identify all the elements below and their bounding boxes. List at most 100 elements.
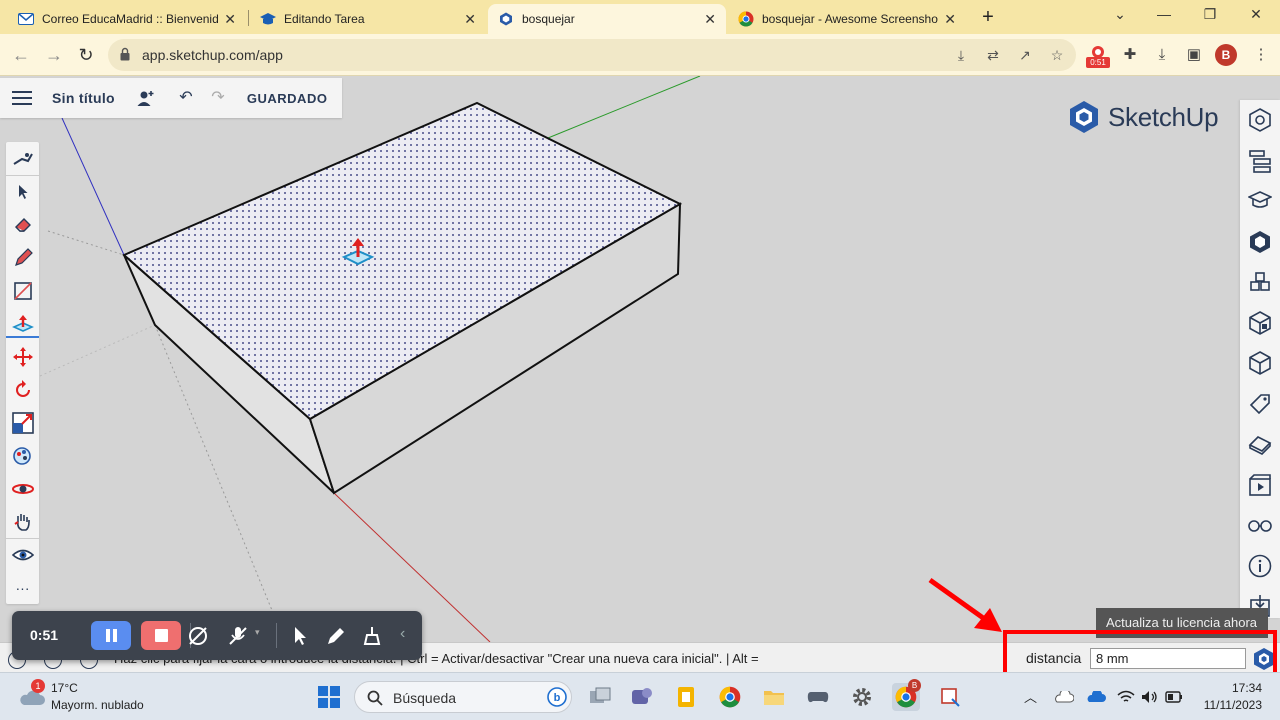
divider <box>276 623 277 648</box>
eraser-broom-icon[interactable] <box>360 624 384 648</box>
glasses-icon[interactable] <box>1240 505 1280 546</box>
scenes-icon[interactable] <box>1240 424 1280 465</box>
tab-awesome-screenshot[interactable]: bosquejar - Awesome Screensho ✕ <box>728 4 966 34</box>
shape-icon[interactable] <box>6 274 39 307</box>
styles-icon[interactable] <box>1240 343 1280 384</box>
svg-text:b: b <box>554 692 561 704</box>
left-toolbar: ··· <box>6 142 39 604</box>
tab-correo[interactable]: Correo EducaMadrid :: Bienvenid ✕ <box>8 4 246 34</box>
sketchup-favicon-icon <box>498 11 514 27</box>
pause-recording-button[interactable] <box>91 621 131 650</box>
weather-condition: Mayorm. nublado <box>51 698 144 712</box>
display-icon[interactable] <box>1240 465 1280 506</box>
chrome-taskbar-icon[interactable] <box>716 683 744 711</box>
new-tab-button[interactable]: + <box>976 6 1000 30</box>
push-pull-icon[interactable] <box>6 307 39 340</box>
add-user-icon[interactable] <box>137 89 155 107</box>
close-window-button[interactable]: ✕ <box>1246 6 1266 23</box>
close-icon[interactable]: ✕ <box>944 11 956 28</box>
screen-recorder-controls: 0:51 ▾ ‹ <box>12 611 422 660</box>
install-app-icon[interactable]: ⤓ <box>952 46 970 64</box>
teams-icon[interactable] <box>628 683 656 711</box>
view-eye-icon[interactable] <box>6 538 39 571</box>
tray-chevron-icon[interactable]: ︿ <box>1024 687 1037 706</box>
paint-bucket-icon[interactable] <box>6 439 39 472</box>
bookmark-star-icon[interactable]: ☆ <box>1048 46 1066 64</box>
close-icon[interactable]: ✕ <box>704 11 716 28</box>
more-icon[interactable]: ··· <box>6 571 39 604</box>
camera-off-icon[interactable] <box>186 624 210 648</box>
kebab-menu-icon[interactable]: ⋮ <box>1250 44 1272 66</box>
pencil-icon[interactable] <box>6 241 39 274</box>
pan-icon[interactable] <box>6 505 39 538</box>
screen-recorder-extension[interactable]: 0:51 <box>1086 44 1110 68</box>
walk-icon[interactable] <box>6 142 39 175</box>
orbit-icon[interactable] <box>6 472 39 505</box>
weather-widget[interactable]: 1 17°C Mayorm. nublado <box>18 679 178 715</box>
collapse-chevron-icon[interactable]: ‹ <box>400 625 405 643</box>
sketchup-viewport[interactable] <box>0 76 1280 642</box>
scale-icon[interactable] <box>6 406 39 439</box>
tab-bosquejar[interactable]: bosquejar ✕ <box>488 4 726 34</box>
share-icon[interactable]: ↗ <box>1016 46 1034 64</box>
stop-recording-button[interactable] <box>141 621 181 650</box>
info-icon[interactable] <box>1240 546 1280 587</box>
entity-info-icon[interactable] <box>1240 100 1280 141</box>
battery-icon[interactable] <box>1160 683 1188 711</box>
3d-scene[interactable] <box>0 76 1280 642</box>
address-bar[interactable]: app.sketchup.com/app ⤓ ⇄ ↗ ☆ <box>108 39 1076 71</box>
restore-button[interactable]: ❐ <box>1200 6 1220 23</box>
profile-avatar[interactable]: B <box>1215 44 1237 66</box>
clock-date: 11/11/2023 <box>1203 698 1262 712</box>
taskbar-search[interactable]: Búsqueda b <box>354 681 572 713</box>
tab-title: bosquejar - Awesome Screensho <box>762 12 938 26</box>
translate-icon[interactable]: ⇄ <box>984 46 1002 64</box>
settings-gear-icon[interactable] <box>848 683 876 711</box>
dotted-axis <box>39 324 156 377</box>
file-explorer-icon[interactable] <box>760 683 788 711</box>
undo-icon[interactable]: ↶ <box>177 89 195 107</box>
outliner-icon[interactable] <box>1240 141 1280 182</box>
task-view-icon[interactable] <box>586 683 614 711</box>
pen-icon[interactable] <box>324 624 348 648</box>
tab-title: Correo EducaMadrid :: Bienvenid <box>42 12 219 26</box>
redo-icon[interactable]: ↷ <box>209 89 227 107</box>
back-arrow-icon[interactable]: ← <box>10 44 32 66</box>
tags-icon[interactable] <box>1240 384 1280 425</box>
search-icon <box>367 690 383 706</box>
rotate-icon[interactable] <box>6 373 39 406</box>
url-text[interactable]: app.sketchup.com/app <box>142 47 283 63</box>
file-title[interactable]: Sin título <box>52 90 115 106</box>
hamburger-menu-icon[interactable] <box>12 91 32 105</box>
select-icon[interactable] <box>6 175 39 208</box>
snipping-tool-icon[interactable] <box>936 683 964 711</box>
minimize-button[interactable]: — <box>1154 6 1174 22</box>
solid-tools-icon[interactable] <box>1240 303 1280 344</box>
microphone-off-icon[interactable] <box>226 624 250 648</box>
download-icon[interactable]: ⤓ <box>1151 44 1173 66</box>
game-controller-icon[interactable] <box>804 683 832 711</box>
close-icon[interactable]: ✕ <box>464 11 476 28</box>
tab-editando-tarea[interactable]: Editando Tarea ✕ <box>250 4 486 34</box>
instructor-icon[interactable] <box>1240 181 1280 222</box>
reload-icon[interactable]: ↻ <box>75 44 97 66</box>
components-icon[interactable] <box>1240 222 1280 263</box>
forward-arrow-icon[interactable]: → <box>43 44 65 66</box>
tab-search-button[interactable]: ⌄ <box>1110 6 1130 23</box>
eraser-icon[interactable] <box>6 208 39 241</box>
move-icon[interactable] <box>6 340 39 373</box>
mic-dropdown-icon[interactable]: ▾ <box>255 627 260 638</box>
materials-icon[interactable] <box>1240 262 1280 303</box>
onedrive-cloud-icon[interactable] <box>1050 683 1078 711</box>
system-clock[interactable]: 17:34 11/11/2023 <box>1190 680 1262 714</box>
weather-notification-badge: 1 <box>31 679 45 693</box>
notes-app-icon[interactable] <box>672 683 700 711</box>
cursor-icon[interactable] <box>288 624 312 648</box>
windows-start-icon[interactable] <box>315 683 343 711</box>
windows-taskbar: 1 17°C Mayorm. nublado Búsqueda b B ︿ 17… <box>0 672 1280 720</box>
close-icon[interactable]: ✕ <box>224 11 236 28</box>
side-panel-icon[interactable]: ▣ <box>1183 44 1205 66</box>
chrome-profile-taskbar-icon[interactable]: B <box>892 679 921 711</box>
onedrive-blue-icon[interactable] <box>1082 683 1110 711</box>
extensions-puzzle-icon[interactable]: ✚ <box>1119 44 1141 66</box>
